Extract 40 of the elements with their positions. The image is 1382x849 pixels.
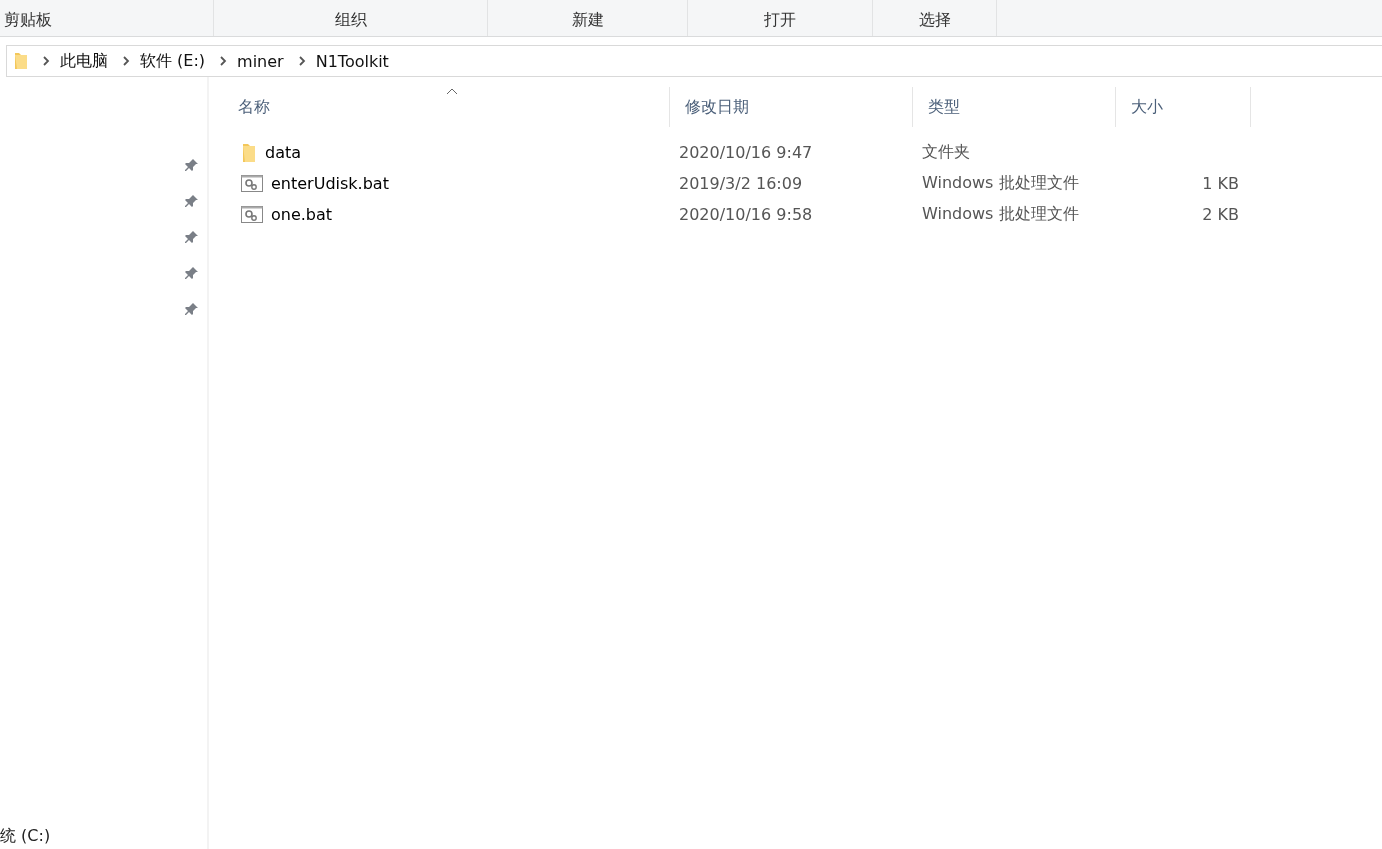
ribbon-group-label: 选择 — [918, 9, 951, 31]
modified-date: 2019/3/2 16:09 — [679, 174, 803, 193]
modified-date: 2020/10/16 9:47 — [679, 143, 813, 162]
chevron-icon — [122, 56, 130, 66]
file-size: 1 KB — [1202, 174, 1239, 193]
address-bar[interactable]: 此电脑 软件 (E:) miner N1Toolkit — [6, 45, 1382, 77]
pin-icon[interactable] — [185, 266, 199, 280]
breadcrumb-item[interactable]: miner — [237, 51, 284, 71]
gear-file-icon — [241, 206, 263, 223]
breadcrumb-item[interactable]: 软件 (E:) — [140, 50, 206, 72]
chevron-icon — [297, 56, 306, 66]
gear-file-icon — [241, 175, 263, 192]
column-header[interactable]: 修改日期 — [670, 87, 913, 127]
pin-icon[interactable] — [185, 194, 199, 208]
breadcrumb-item[interactable]: N1Toolkit — [315, 51, 389, 71]
sort-caret-icon — [446, 88, 458, 95]
breadcrumb-item[interactable]: 此电脑 — [60, 50, 108, 72]
ribbon-group-label: 新建 — [571, 9, 604, 31]
file-name[interactable]: one.bat — [271, 205, 333, 224]
folder-icon — [241, 142, 257, 163]
pin-icon[interactable] — [185, 230, 199, 244]
ribbon-group-label: 打开 — [764, 9, 796, 31]
chevron-icon — [219, 56, 228, 66]
ribbon-group-label: 剪贴板 — [4, 9, 52, 31]
pin-icon[interactable] — [185, 302, 199, 316]
column-header[interactable]: 大小 — [1116, 87, 1251, 127]
file-name[interactable]: data — [265, 143, 302, 162]
column-header[interactable]: 名称 — [223, 87, 670, 127]
file-size: 2 KB — [1202, 205, 1239, 224]
drive-item[interactable]: 统 (C:) — [0, 826, 51, 847]
modified-date: 2020/10/16 9:58 — [679, 205, 813, 224]
file-type: Windows 批处理文件 — [922, 204, 1079, 223]
ribbon-group-label: 组织 — [334, 9, 367, 31]
pin-icon[interactable] — [185, 158, 199, 172]
column-header[interactable]: 类型 — [913, 87, 1116, 127]
file-type: 文件夹 — [922, 142, 970, 161]
chevron-icon — [42, 56, 50, 66]
folder-icon — [14, 52, 28, 70]
file-type: Windows 批处理文件 — [922, 173, 1079, 192]
file-name[interactable]: enterUdisk.bat — [271, 174, 389, 193]
